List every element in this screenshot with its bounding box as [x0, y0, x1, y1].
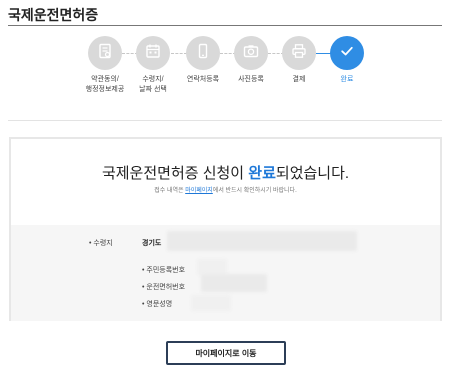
phone-icon	[195, 43, 211, 64]
step-label: 연락처등록	[186, 76, 220, 83]
page-title: 국제운전면허증	[8, 7, 99, 23]
go-to-mypage-button[interactable]: 마이페이지로 이동	[166, 341, 286, 365]
pickup-label: • 수령지	[89, 240, 113, 247]
calendar-icon	[145, 43, 161, 64]
checkmark-icon	[339, 43, 355, 64]
printer-icon	[291, 43, 307, 64]
completion-highlight: 완료	[248, 165, 276, 182]
step-circle	[234, 36, 268, 70]
completion-message: 국제운전면허증 신청이 완료되었습니다.	[11, 162, 440, 183]
progress-steps: 약관동의/ 행정정보제공 수령지/ 날짜 선택 연락처등록 사진등록 결제 완료	[0, 36, 450, 108]
step-contact: 연락처등록	[178, 36, 228, 85]
step-circle	[136, 36, 170, 70]
step-terms: 약관동의/ 행정정보제공	[80, 36, 130, 95]
english-name-redacted	[191, 295, 231, 311]
step-label: 완료	[340, 76, 354, 83]
step-circle	[282, 36, 316, 70]
step-label: 수령지/ 날짜 선택	[139, 76, 167, 93]
license-number-redacted	[201, 274, 267, 292]
application-info: • 수령지 경기도 • 주민등록번호 • 운전면허번호 • 영문성명	[11, 225, 440, 321]
step-photo: 사진등록	[226, 36, 276, 85]
completion-panel: 국제운전면허증 신청이 완료되었습니다. 접수 내역은 마이페이지에서 반드시 …	[9, 137, 442, 321]
step-circle	[186, 36, 220, 70]
step-complete: 완료	[322, 36, 372, 85]
subtext-suffix: 에서 반드시 확인하시기 바랍니다.	[212, 188, 297, 194]
step-label: 사진등록	[238, 76, 264, 83]
step-label: 약관동의/ 행정정보제공	[85, 76, 125, 93]
step-circle	[330, 36, 364, 70]
pickup-redacted	[167, 231, 357, 251]
pickup-value: 경기도	[142, 240, 162, 247]
english-name-label: • 영문성명	[142, 301, 173, 308]
rrn-redacted	[197, 259, 227, 275]
title-divider	[8, 25, 442, 26]
document-check-icon	[97, 43, 113, 64]
step-payment: 결제	[274, 36, 324, 85]
completion-subtext: 접수 내역은 마이페이지에서 반드시 확인하시기 바랍니다.	[11, 185, 440, 194]
rrn-label: • 주민등록번호	[142, 267, 186, 274]
section-divider	[8, 120, 442, 121]
completion-message-end: 되었습니다.	[275, 165, 350, 182]
step-pickup-date: 수령지/ 날짜 선택	[128, 36, 178, 95]
license-number-label: • 운전면허번호	[142, 284, 186, 291]
subtext-prefix: 접수 내역은	[154, 188, 186, 194]
step-label: 결제	[292, 76, 306, 83]
camera-icon	[243, 43, 259, 64]
completion-message-text: 국제운전면허증 신청이	[101, 165, 249, 182]
step-circle	[88, 36, 122, 70]
mypage-inline-link[interactable]: 마이페이지	[185, 188, 213, 194]
